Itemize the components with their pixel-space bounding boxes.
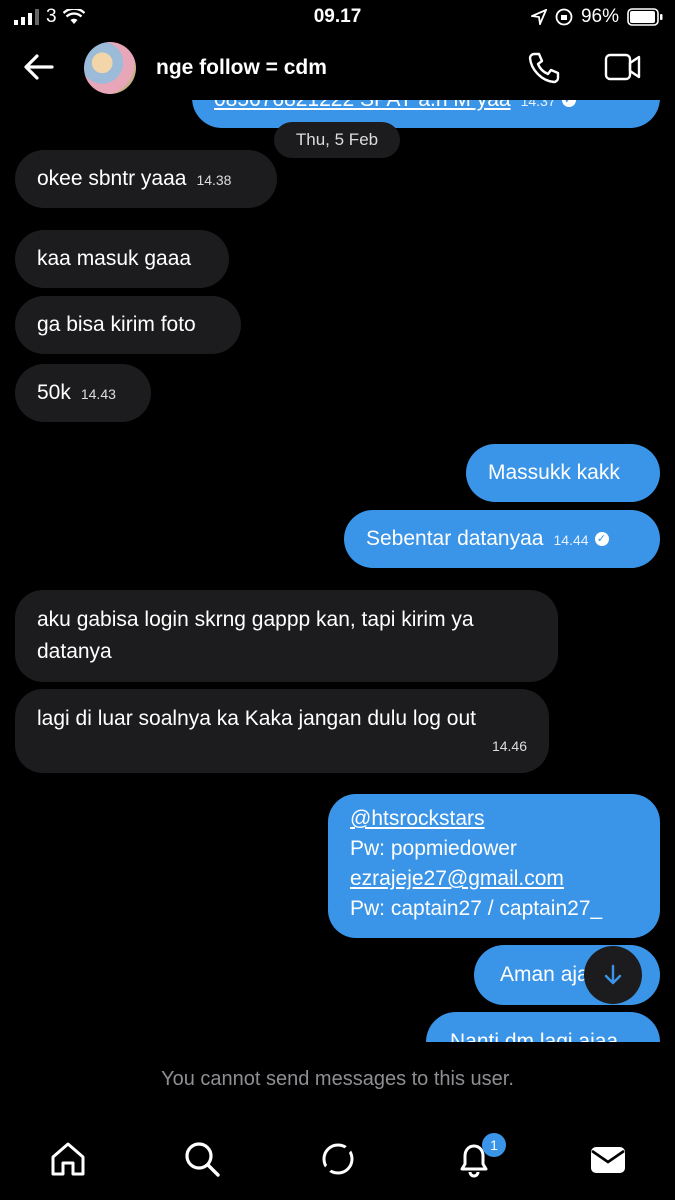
message-incoming[interactable]: aku gabisa login skrng gappp kan, tapi k… [15, 590, 558, 682]
battery-icon [627, 8, 663, 26]
message-text: lagi di luar soalnya ka Kaka jangan dulu… [37, 707, 476, 730]
chat-header: nge follow = cdm [0, 38, 675, 100]
back-arrow-icon[interactable] [22, 50, 56, 84]
message-line: Pw: captain27 / captain27_ [350, 897, 603, 920]
message-line: Pw: popmiedower [350, 837, 517, 860]
message-incoming[interactable]: lagi di luar soalnya ka Kaka jangan dulu… [15, 689, 549, 773]
message-time: 14.44 [553, 532, 589, 548]
message-line: aku gabisa login skrng gappp kan, tapi k… [37, 608, 474, 631]
mail-icon[interactable] [588, 1139, 628, 1179]
location-icon [530, 9, 547, 25]
message-incoming[interactable]: kaa masuk gaaa [15, 230, 229, 288]
phone-icon[interactable] [526, 50, 562, 86]
scroll-to-bottom-button[interactable] [584, 946, 642, 1004]
message-text: Nanti dm lagi ajaa [450, 1030, 619, 1042]
seen-check-icon: ✓ [561, 100, 576, 108]
video-call-icon[interactable] [604, 52, 642, 82]
message-text: 50k [37, 381, 71, 404]
search-icon[interactable] [182, 1139, 222, 1179]
message-text[interactable]: 085676821222 SPAY a.n M yaa [214, 100, 511, 111]
message-outgoing[interactable]: @htsrockstars Pw: popmiedower ezrajeje27… [328, 794, 660, 938]
message-text: Aman aja [500, 963, 589, 986]
message-text: Sebentar datanyaa [366, 527, 544, 550]
message-incoming[interactable]: ga bisa kirim foto [15, 296, 241, 354]
arrow-down-icon [604, 964, 622, 985]
message-outgoing[interactable]: Sebentar datanyaa 14.44 ✓ [344, 510, 660, 568]
composer-notice: You cannot send messages to this user. [161, 1068, 514, 1090]
explore-icon[interactable] [318, 1139, 358, 1179]
status-right: 96% [530, 6, 663, 28]
message-outgoing-partial[interactable]: Nanti dm lagi ajaa [426, 1012, 660, 1042]
avatar[interactable] [84, 42, 136, 94]
message-time: 14.43 [80, 386, 116, 402]
message-text: Massukk kakk [488, 461, 620, 484]
rotation-lock-icon [555, 8, 573, 26]
message-mention-link[interactable]: @htsrockstars [350, 804, 638, 834]
message-incoming[interactable]: 50k 14.43 [15, 364, 151, 422]
message-outgoing-partial[interactable]: 085676821222 SPAY a.n M yaa 14.37 ✓ [192, 100, 660, 128]
message-incoming[interactable]: okee sbntr yaaa 14.38 [15, 150, 277, 208]
message-time: 14.38 [196, 172, 232, 188]
message-time: 14.46 [491, 738, 527, 754]
notification-badge: 1 [482, 1133, 506, 1157]
home-icon[interactable] [48, 1139, 88, 1179]
date-separator: Thu, 5 Feb [274, 122, 400, 158]
tab-bar [0, 1135, 675, 1185]
seen-check-icon: ✓ [594, 532, 609, 547]
message-text: ga bisa kirim foto [37, 313, 196, 336]
message-text: okee sbntr yaaa [37, 167, 187, 190]
message-text: kaa masuk gaaa [37, 247, 192, 270]
battery-percent: 96% [580, 6, 619, 27]
message-list[interactable]: 085676821222 SPAY a.n M yaa 14.37 ✓ Thu, 5… [0, 100, 675, 1042]
message-email-link[interactable]: ezrajeje27@gmail.com [350, 864, 638, 894]
status-bar: 3 09.17 96% [0, 0, 675, 36]
message-outgoing[interactable]: Massukk kakk [466, 444, 660, 502]
message-line: datanya [37, 640, 112, 663]
message-time: 14.37 [520, 100, 556, 109]
chat-title[interactable]: nge follow = cdm [156, 56, 327, 80]
